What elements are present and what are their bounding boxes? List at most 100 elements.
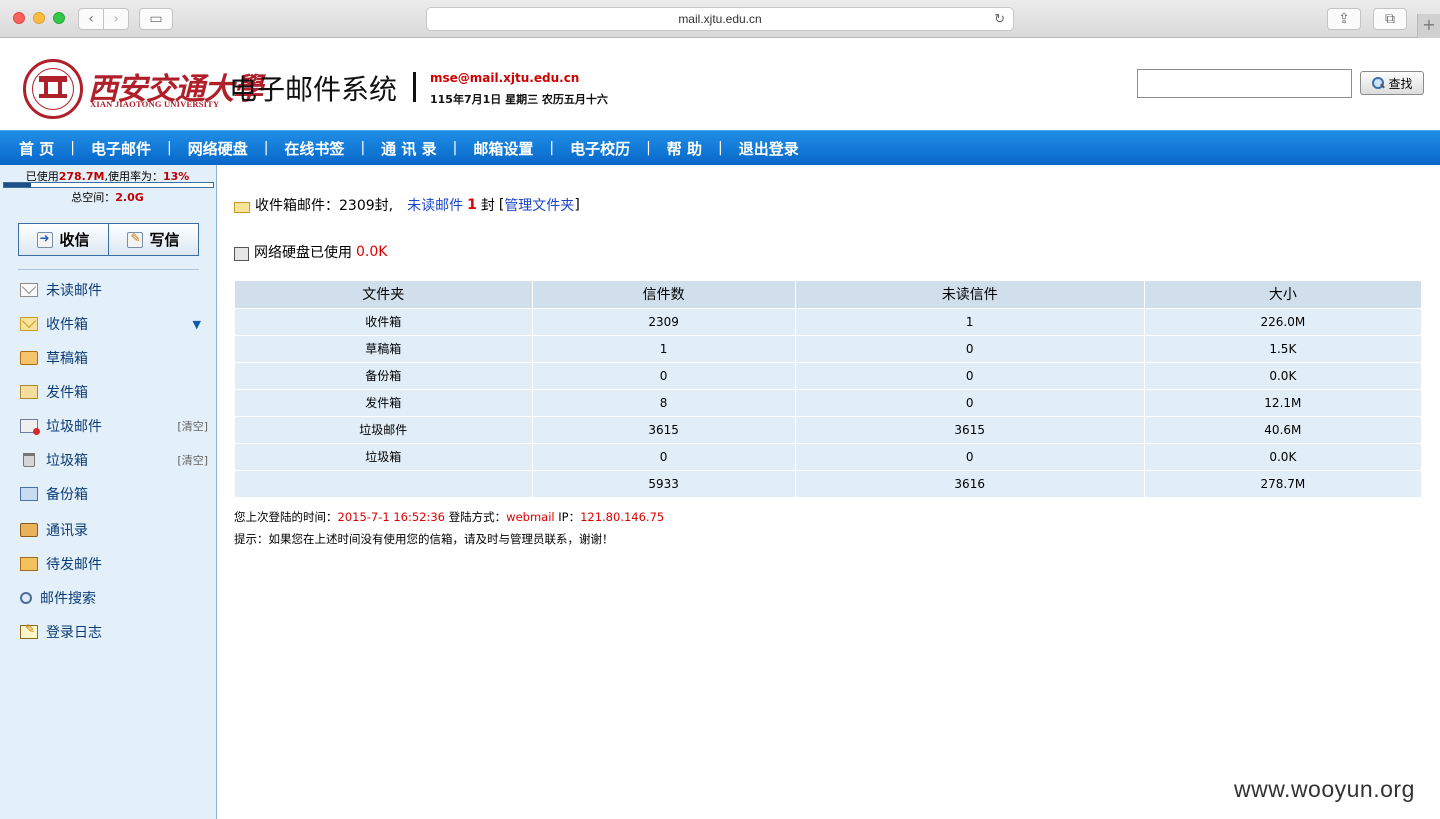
sidebar-item-3[interactable]: 发件箱 (0, 375, 215, 409)
nav-separator: | (646, 140, 651, 156)
sidebar-item-5[interactable]: 垃圾箱 [清空] (0, 443, 215, 477)
folder-name-cell[interactable]: 发件箱 (235, 389, 533, 417)
table-row: 垃圾邮件 3615 3615 40.6M (235, 416, 1421, 444)
table-row: 草稿箱 1 0 1.5K (235, 335, 1421, 363)
usage-progress-bar (3, 182, 214, 188)
contacts-icon (20, 523, 38, 537)
usage-progress-fill (4, 183, 32, 187)
compose-label: 写信 (149, 231, 180, 249)
folder-list: 未读邮件 收件箱 ▼ 草稿箱 发件箱 垃圾邮件 [清空] 垃圾箱 [清空] 备份箱 通讯录 待发邮件邮… (0, 273, 215, 649)
sidebar-item-10[interactable]: 登录日志 (0, 615, 215, 649)
new-tab-button[interactable]: + (1417, 14, 1440, 38)
share-button[interactable]: ⇪ (1327, 8, 1361, 30)
sent-icon (20, 385, 38, 399)
table-cell: 0 (795, 335, 1145, 363)
inbox-count: 2309封, (339, 198, 394, 214)
last-login-info: 您上次登陆的时间：2015-7-1 16:52:36 登陆方式：webmail … (234, 509, 664, 525)
nav-item-0[interactable]: 首 页 (19, 138, 54, 159)
table-cell: 1 (795, 308, 1145, 336)
show-tabs-button[interactable]: ⧉ (1373, 8, 1407, 30)
folder-name-cell[interactable]: 垃圾邮件 (235, 416, 533, 444)
sidebar-item-8[interactable]: 待发邮件 (0, 547, 215, 581)
login-prefix: 您上次登陆的时间： (234, 510, 338, 524)
table-cell: 0.0K (1144, 443, 1421, 471)
empty-folder-link[interactable]: [清空] (177, 452, 208, 468)
sidebar-item-label: 垃圾邮件 (46, 419, 102, 435)
sidebar-item-2[interactable]: 草稿箱 (0, 341, 215, 375)
table-row: 5933 3616 278.7M (235, 470, 1421, 498)
nav-item-3[interactable]: 在线书签 (284, 138, 344, 159)
nav-item-4[interactable]: 通 讯 录 (381, 138, 436, 159)
title-divider (413, 72, 416, 102)
system-title: 电子邮件系统 (229, 73, 398, 106)
close-window-button[interactable] (13, 12, 25, 24)
login-ip: 121.80.146.75 (580, 510, 665, 524)
sidebar-item-4[interactable]: 垃圾邮件 [清空] (0, 409, 215, 443)
compose-button[interactable]: 写信 (108, 224, 198, 255)
folder-name-cell[interactable]: 备份箱 (235, 362, 533, 390)
sidebar-item-label: 邮件搜索 (40, 591, 96, 607)
sidebar-item-label: 发件箱 (46, 385, 88, 401)
expand-arrow-icon[interactable]: ▼ (193, 318, 201, 331)
user-email: mse@mail.xjtu.edu.cn (430, 71, 580, 85)
inbox-summary: 收件箱邮件： 2309封, 未读邮件 1 封 [管理文件夹] (234, 195, 580, 215)
search-input[interactable] (1137, 69, 1352, 98)
nav-item-5[interactable]: 邮箱设置 (473, 138, 533, 159)
tabs-icon: ⧉ (1385, 11, 1395, 27)
minimize-window-button[interactable] (33, 12, 45, 24)
table-cell: 1 (532, 335, 796, 363)
table-cell: 8 (532, 389, 796, 417)
mail-action-buttons: 收信 写信 (18, 223, 199, 256)
nav-separator: | (360, 140, 366, 156)
nav-item-6[interactable]: 电子校历 (570, 138, 630, 159)
nav-item-8[interactable]: 退出登录 (739, 138, 799, 159)
table-body: 收件箱 2309 1 226.0M 草稿箱 1 0 1.5K 备份箱 0 0 0.0K 发件箱 8 0 12.… (235, 308, 1421, 498)
sidebar-item-6[interactable]: 备份箱 (0, 477, 215, 511)
total-prefix: 总空间： (71, 191, 116, 204)
folder-name-cell[interactable]: 草稿箱 (235, 335, 533, 363)
forward-button[interactable]: › (103, 8, 129, 30)
folder-name-cell[interactable]: 收件箱 (235, 308, 533, 336)
nav-item-7[interactable]: 帮 助 (667, 138, 702, 159)
column-header: 未读信件 (795, 281, 1145, 309)
log-icon (20, 622, 38, 639)
receive-button[interactable]: 收信 (19, 224, 108, 255)
folder-name-cell (235, 470, 533, 498)
search-button[interactable]: 查找 (1360, 71, 1424, 95)
table-cell: 0 (532, 362, 796, 390)
reload-icon[interactable]: ↻ (994, 11, 1005, 27)
back-button[interactable]: ‹ (78, 8, 104, 30)
login-method-label: 登陆方式： (448, 510, 507, 524)
table-row: 发件箱 8 0 12.1M (235, 389, 1421, 417)
search-button-label: 查找 (1388, 76, 1413, 91)
table-cell: 0 (532, 443, 796, 471)
sidebar-item-1[interactable]: 收件箱 ▼ (0, 307, 215, 341)
column-header: 文件夹 (235, 281, 533, 309)
column-header: 信件数 (532, 281, 796, 309)
unread-link[interactable]: 未读邮件 (407, 195, 463, 215)
zoom-window-button[interactable] (53, 12, 65, 24)
folder-name-cell[interactable]: 垃圾箱 (235, 443, 533, 471)
sidebar-icon: ▭ (149, 11, 163, 27)
sidebar-item-9[interactable]: 邮件搜索 (0, 581, 215, 615)
table-cell: 40.6M (1144, 416, 1421, 444)
sidebar-item-7[interactable]: 通讯录 (0, 513, 215, 547)
nav-item-2[interactable]: 网络硬盘 (188, 138, 248, 159)
browser-toolbar: ‹ › ▭ mail.xjtu.edu.cn ↻ ⇪ ⧉ + (0, 0, 1440, 38)
sidebar-item-0[interactable]: 未读邮件 (0, 273, 215, 307)
pending-icon (20, 557, 38, 571)
disk-icon (234, 247, 249, 261)
empty-folder-link[interactable]: [清空] (177, 418, 208, 434)
table-cell: 3616 (795, 470, 1145, 498)
trash-icon (23, 453, 35, 467)
manage-folders-link[interactable]: 管理文件夹 (504, 195, 574, 215)
address-bar[interactable]: mail.xjtu.edu.cn ↻ (426, 7, 1014, 31)
table-cell: 0 (795, 389, 1145, 417)
magnifier-icon (1371, 76, 1385, 90)
sidebar-item-label: 待发邮件 (46, 557, 102, 573)
ip-label: IP： (558, 510, 581, 524)
nav-item-1[interactable]: 电子邮件 (91, 138, 151, 159)
sidebar-toggle-button[interactable]: ▭ (139, 8, 173, 30)
receive-icon (37, 231, 54, 248)
sidebar-item-label: 收件箱 (46, 317, 88, 333)
